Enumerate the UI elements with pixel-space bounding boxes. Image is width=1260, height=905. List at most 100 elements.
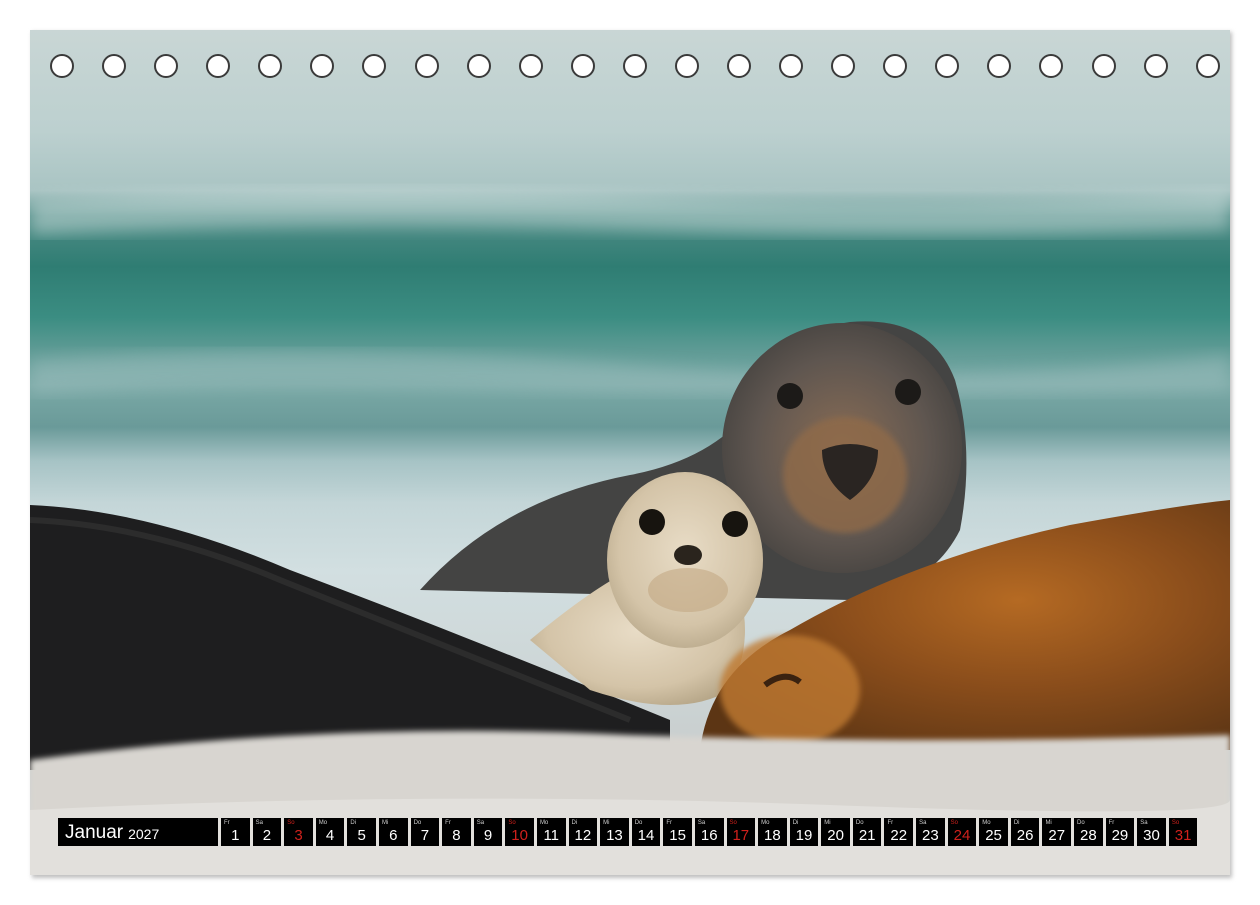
weekday-label: Di	[1013, 820, 1020, 826]
weekday-label: Mo	[539, 820, 549, 826]
weekday-label: Do	[413, 820, 422, 826]
day-cell: So 24	[947, 818, 977, 846]
day-number: 22	[890, 827, 908, 844]
seal-photo	[30, 188, 1230, 875]
day-number: 23	[922, 827, 939, 844]
weekday-label: Mo	[318, 820, 328, 826]
binding-hole	[1091, 54, 1116, 78]
day-cell: Sa 30	[1137, 818, 1166, 846]
weekday-label: Mi	[381, 820, 389, 826]
weekday-label: So	[729, 820, 737, 826]
weekday-label: Sa	[919, 820, 927, 826]
binding-hole	[674, 54, 699, 78]
day-cell: Mi 6	[378, 818, 408, 846]
day-cell: Fr 1	[221, 818, 250, 846]
binding-hole	[206, 54, 231, 78]
weekday-label: Sa	[1140, 820, 1148, 826]
day-number: 7	[420, 827, 430, 844]
day-cell: So 10	[505, 818, 534, 846]
binding-hole	[50, 54, 74, 78]
binding-hole	[362, 54, 387, 78]
weekday-label: So	[950, 820, 958, 826]
day-cell: Di 5	[347, 818, 376, 846]
day-cell: Di 19	[789, 818, 819, 846]
binding-holes	[50, 54, 1220, 80]
day-cell: Sa 23	[916, 818, 945, 846]
day-number: 17	[732, 827, 750, 844]
weekday-label: Fr	[224, 820, 230, 826]
day-number: 30	[1143, 827, 1160, 844]
binding-hole	[1039, 54, 1064, 78]
weekday-label: So	[287, 820, 295, 826]
day-cell: Mi 27	[1042, 818, 1072, 846]
weekday-label: Di	[571, 820, 578, 826]
day-number: 10	[511, 827, 528, 844]
day-cell: Do 28	[1074, 818, 1103, 846]
day-cell: Mo 4	[315, 818, 345, 846]
day-number: 6	[389, 827, 398, 844]
day-number: 2	[262, 827, 272, 844]
day-number: 31	[1174, 827, 1192, 844]
binding-hole	[518, 54, 543, 78]
day-cell: Di 12	[568, 818, 598, 846]
weekday-label: Di	[350, 820, 357, 826]
binding-hole	[1195, 54, 1220, 78]
binding-hole	[154, 54, 179, 78]
binding-hole	[310, 54, 335, 78]
day-cell: Mi 20	[821, 818, 850, 846]
day-cell: Di 26	[1010, 818, 1040, 846]
day-number: 16	[700, 827, 718, 844]
binding-hole	[414, 54, 439, 78]
day-number: 24	[953, 827, 971, 844]
day-number: 26	[1016, 827, 1034, 844]
day-number: 15	[669, 827, 686, 844]
weekday-label: Sa	[476, 820, 485, 826]
weekday-label: Sa	[255, 820, 263, 826]
day-cell: Mo 18	[758, 818, 787, 846]
binding-hole	[102, 54, 127, 78]
day-number: 28	[1079, 827, 1097, 844]
weekday-label: Fr	[1108, 820, 1115, 826]
day-cell: Do 21	[852, 818, 882, 846]
month-year: 2027	[128, 825, 160, 842]
weekday-label: So	[508, 820, 516, 826]
weekday-label: Mo	[761, 820, 770, 826]
day-cell: So 17	[726, 818, 756, 846]
weekday-label: Do	[855, 820, 864, 826]
day-cell: Mo 25	[979, 818, 1008, 846]
day-number: 11	[543, 827, 560, 844]
day-cell: Fr 22	[884, 818, 914, 846]
binding-hole	[622, 54, 647, 78]
weekday-label: Fr	[887, 820, 894, 826]
weekday-label: So	[1171, 820, 1180, 826]
day-cell: Sa 2	[252, 818, 282, 846]
weekday-label: Mi	[603, 820, 610, 826]
weekday-label: Sa	[697, 820, 706, 826]
weekday-label: Di	[792, 820, 799, 826]
day-number: 29	[1111, 827, 1129, 844]
day-number: 25	[985, 827, 1002, 844]
day-number: 27	[1048, 827, 1066, 844]
binding-hole	[987, 54, 1012, 78]
binding-hole	[466, 54, 491, 78]
day-number: 4	[325, 827, 335, 844]
binding-hole	[570, 54, 595, 78]
day-number: 9	[483, 827, 493, 844]
weekday-label: Do	[1077, 820, 1085, 826]
day-number: 1	[231, 827, 240, 844]
binding-hole	[779, 54, 804, 78]
calendar-strip: Januar 2027 Fr 1 Sa 2 So 3 Mo 4 Di 5 Mi 6 Do 7 Fr 8 Sa 9 S…	[58, 818, 1198, 846]
day-cell: Fr 15	[663, 818, 692, 846]
weekday-label: Fr	[445, 820, 451, 826]
day-cell: So 31	[1168, 818, 1198, 846]
day-number: 8	[452, 827, 461, 844]
binding-hole	[935, 54, 960, 78]
binding-hole	[883, 54, 908, 78]
month-name: Januar	[65, 821, 124, 843]
weekday-label: Mi	[824, 820, 831, 826]
day-cell: Mi 13	[600, 818, 629, 846]
day-number: 5	[357, 827, 366, 844]
calendar-page: Januar 2027 Fr 1 Sa 2 So 3 Mo 4 Di 5 Mi 6 Do 7 Fr 8 Sa 9 S…	[30, 30, 1230, 875]
day-cell: Fr 29	[1105, 818, 1135, 846]
day-cell: Do 7	[410, 818, 440, 846]
